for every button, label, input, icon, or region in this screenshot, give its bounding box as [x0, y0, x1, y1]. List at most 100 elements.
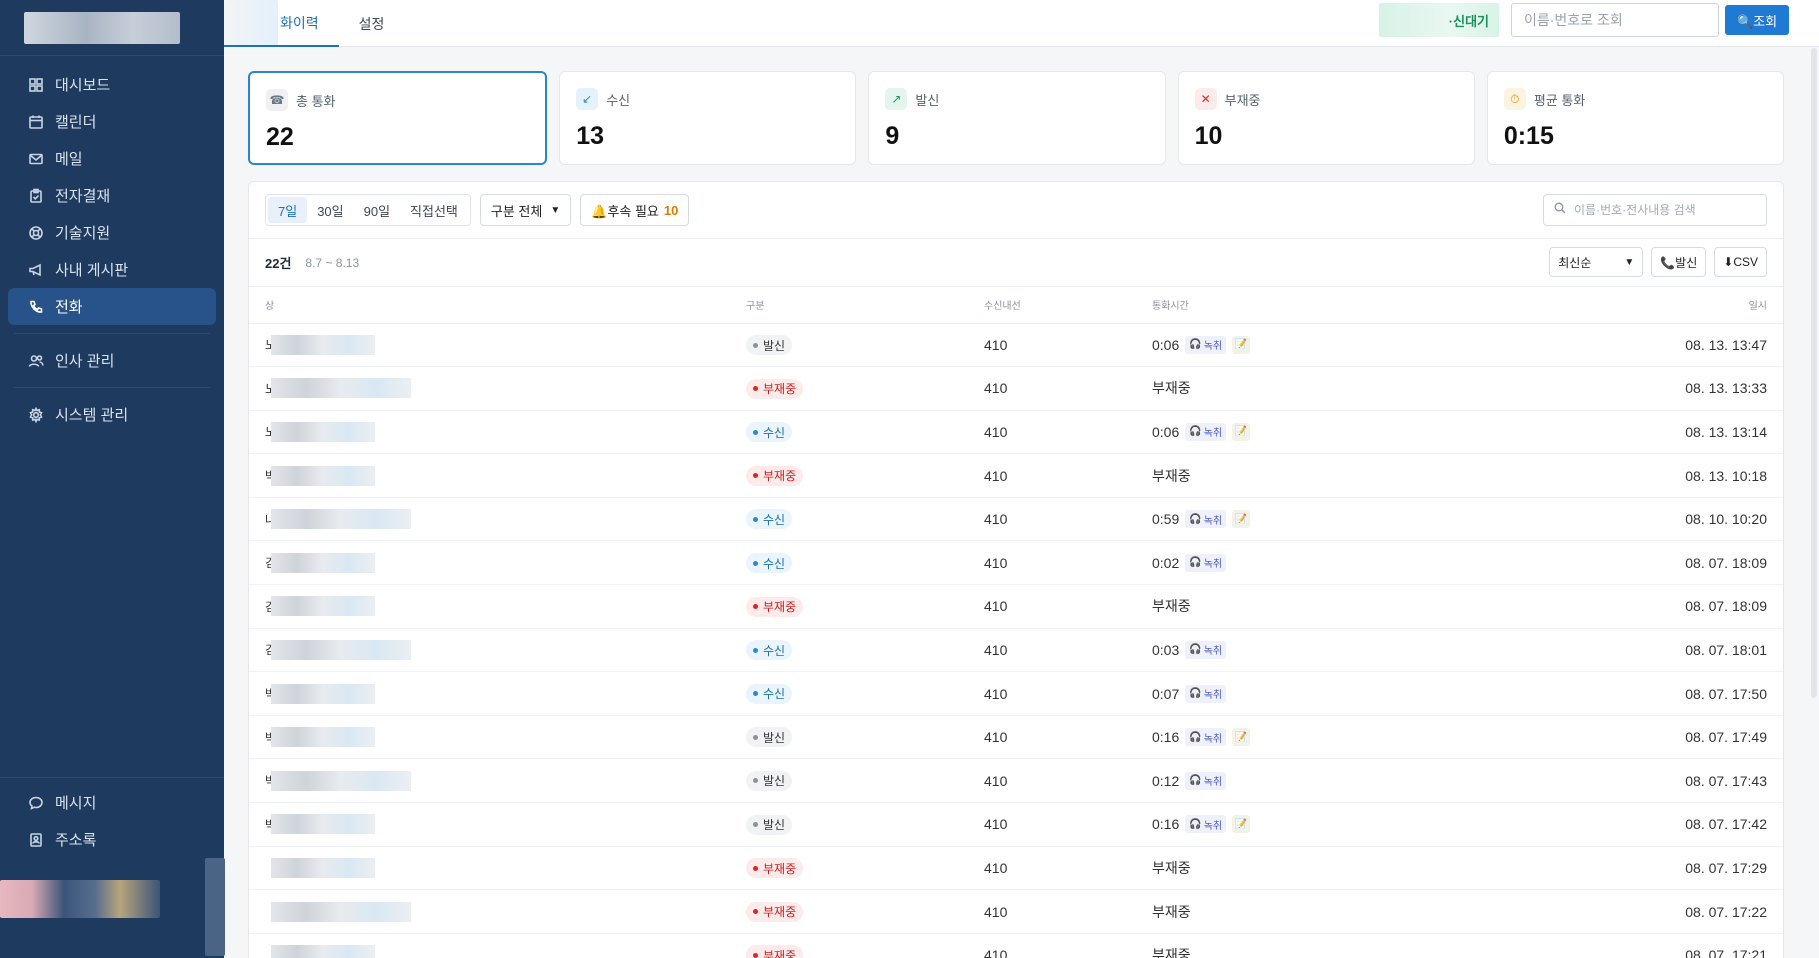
table-row[interactable]: 노발신 4100:06 🎧녹취 📝 08. 13. 13:47	[249, 323, 1783, 368]
filter-bar: 7일 30일 90일 직접선택 구분 전체 ▼ 🔔후속 필요 10	[249, 182, 1783, 239]
tab-1[interactable]: 설정	[339, 0, 405, 47]
recording-button[interactable]: 🎧 녹취	[1185, 335, 1227, 354]
memo-icon[interactable]: 📝	[1232, 728, 1251, 747]
call-duration: 0:12	[1152, 772, 1180, 789]
stat-card-1[interactable]: ↙ 수신 13	[559, 71, 857, 165]
sidebar-item-label: 주소록	[55, 832, 97, 849]
list-search-input[interactable]	[1574, 203, 1754, 217]
recording-button[interactable]: 🎧 녹취	[1185, 684, 1227, 703]
period-segment: 7일 30일 90일 직접선택	[265, 194, 471, 226]
sidebar: 대시보드 캘린더메일전자결재 기술지원 사내 게시판 전화인사 관리시스템 관리 메시지…	[0, 0, 225, 958]
dial-button[interactable]: 📞발신	[1651, 247, 1707, 277]
extension: 410	[984, 802, 1152, 847]
type-select[interactable]: 구분 전체 ▼	[479, 194, 572, 226]
call-datetime: 08. 07. 18:01	[1552, 628, 1783, 673]
csv-export-button[interactable]: ⬇CSV	[1714, 247, 1767, 277]
memo-icon[interactable]: 📝	[1232, 510, 1251, 529]
sort-select[interactable]: 최신순 ▼	[1549, 247, 1644, 277]
page-scrollbar[interactable]	[1811, 48, 1817, 698]
memo-icon[interactable]: 📝	[1232, 335, 1251, 354]
sort-label: 최신순	[1558, 255, 1592, 270]
list-search[interactable]	[1543, 194, 1767, 226]
call-datetime: 08. 07. 17:50	[1552, 671, 1783, 716]
stat-card-2[interactable]: ↗ 발신 9	[868, 71, 1166, 165]
extension: 410	[984, 846, 1152, 891]
memo-icon[interactable]: 📝	[1232, 422, 1251, 441]
caller-name: 박	[249, 453, 746, 498]
table-row[interactable]: 노수신 4100:06 🎧녹취 📝 08. 13. 13:14	[249, 410, 1783, 455]
top-search-button[interactable]: 🔍조회	[1725, 5, 1789, 35]
headphones-icon: 🎧	[1189, 426, 1202, 438]
table-row[interactable]: 부재중 410 부재중 08. 07. 17:21	[249, 933, 1783, 958]
table-row[interactable]: 김수신 4100:02 🎧녹취 08. 07. 18:09	[249, 540, 1783, 586]
call-duration: 0:06	[1152, 336, 1180, 353]
memo-icon[interactable]: 📝	[1232, 815, 1251, 834]
table-row[interactable]: 부재중 410 부재중 08. 07. 17:29	[249, 846, 1783, 891]
tab-0[interactable]: 화이력	[224, 0, 339, 47]
table-row[interactable]: 박부재중410부재중08. 13. 10:18	[249, 453, 1783, 498]
stat-card-0[interactable]: ☎ 총 통화 22	[248, 71, 548, 165]
period-option-1[interactable]: 30일	[307, 197, 353, 223]
sidebar-item-bottom-1[interactable]: 주소록	[8, 821, 216, 858]
sidebar-item-main-2[interactable]: 메일	[8, 140, 216, 177]
sidebar-item-main-3[interactable]: 전자결재	[8, 177, 216, 214]
table-row[interactable]: 김부재중410부재중08. 07. 18:09	[249, 584, 1783, 629]
column-header-1[interactable]: 구분	[746, 287, 984, 324]
recording-button[interactable]: 🎧 녹취	[1185, 815, 1227, 834]
users-icon	[28, 353, 44, 369]
sidebar-item-label: 메일	[55, 151, 83, 168]
redacted-name	[271, 683, 375, 704]
recording-button[interactable]: 🎧 녹취	[1185, 510, 1227, 529]
avatar[interactable]	[0, 880, 160, 918]
gear-icon	[28, 406, 44, 423]
logo	[0, 0, 224, 56]
extension: 410	[984, 671, 1152, 716]
caller-name	[249, 933, 746, 958]
redacted-name	[271, 814, 375, 835]
recording-button[interactable]: 🎧 녹취	[1185, 553, 1227, 572]
stat-card-3[interactable]: ✕ 부재중 10	[1177, 71, 1475, 165]
recording-button[interactable]: 🎧 녹취	[1185, 640, 1227, 659]
call-type-badge: 발신	[746, 335, 793, 356]
table-row[interactable]: 김수신 4100:03 🎧녹취 08. 07. 18:01	[249, 628, 1783, 673]
redacted-name	[271, 378, 411, 399]
table-row[interactable]: 나수신 4100:59 🎧녹취 📝 08. 10. 10:20	[249, 497, 1783, 542]
sidebar-item-main-0[interactable]: 대시보드	[8, 66, 216, 103]
recording-button[interactable]: 🎧 녹취	[1185, 771, 1227, 790]
table-row[interactable]: 박발신 4100:16 🎧녹취 📝 08. 07. 17:49	[249, 715, 1783, 760]
column-header-0[interactable]: 상	[249, 287, 746, 324]
table-row[interactable]: 박발신 4100:12 🎧녹취 08. 07. 17:43	[249, 758, 1783, 804]
top-search-input[interactable]	[1511, 3, 1719, 37]
sidebar-item-hr-0[interactable]: 인사 관리	[8, 342, 216, 379]
column-header-3[interactable]: 통화시간	[1152, 287, 1552, 324]
call-duration: 0:03	[1152, 641, 1180, 658]
period-option-2[interactable]: 90일	[354, 197, 400, 223]
table-row[interactable]: 박발신 4100:16 🎧녹취 📝 08. 07. 17:42	[249, 802, 1783, 847]
table-row[interactable]: 부재중 410 부재중 08. 07. 17:22	[249, 889, 1783, 934]
recording-button[interactable]: 🎧 녹취	[1185, 728, 1227, 747]
message-icon	[28, 795, 44, 811]
table-row[interactable]: 노부재중410부재중08. 13. 13:33	[249, 366, 1783, 411]
call-history-panel: 7일30일90일직접선택 구분 전체 ▼ 🔔후속 필요 10 22건 8.7 ~…	[248, 181, 1784, 958]
sidebar-item-main-6[interactable]: 전화	[8, 288, 216, 325]
sidebar-item-main-4[interactable]: 기술지원	[8, 214, 216, 251]
call-type-badge: 수신	[746, 509, 793, 530]
column-header-4[interactable]: 일시	[1552, 287, 1783, 324]
call-type-badge: 수신	[746, 422, 793, 443]
follow-up-filter[interactable]: 🔔후속 필요 10	[580, 194, 690, 226]
period-option-0[interactable]: 7일	[268, 197, 308, 223]
stat-card-4[interactable]: ⏱ 평균 통화 0:15	[1486, 71, 1785, 165]
caller-name: 노	[249, 323, 746, 368]
sidebar-item-main-5[interactable]: 사내 게시판	[8, 251, 216, 288]
sidebar-item-main-1[interactable]: 캘린더	[8, 103, 216, 140]
sidebar-item-system-0[interactable]: 시스템 관리	[8, 396, 216, 433]
column-header-2[interactable]: 수신내선	[984, 287, 1152, 324]
table-row[interactable]: 박수신 4100:07 🎧녹취 08. 07. 17:50	[249, 671, 1783, 716]
recording-button[interactable]: 🎧 녹취	[1185, 422, 1227, 441]
sidebar-item-bottom-0[interactable]: 메시지	[8, 784, 216, 821]
period-option-3[interactable]: 직접선택	[400, 197, 468, 223]
call-duration: 0:07	[1152, 685, 1180, 702]
call-duration: 0:59	[1152, 511, 1180, 528]
user-profile[interactable]	[0, 858, 225, 958]
call-type-badge: 수신	[746, 640, 793, 661]
